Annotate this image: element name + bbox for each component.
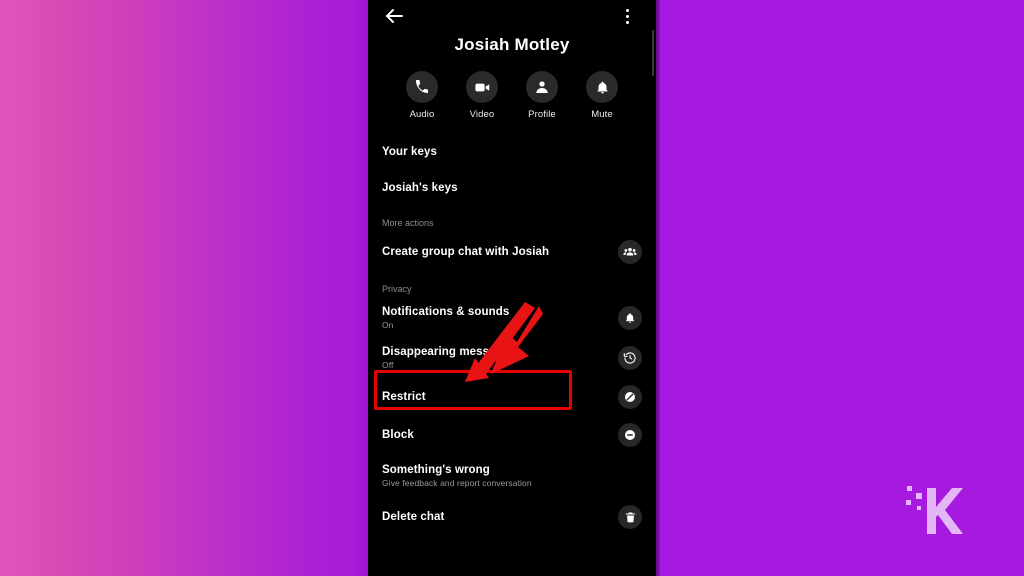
minus-circle-icon[interactable] — [618, 423, 642, 447]
quick-action-label: Video — [469, 109, 495, 120]
kebab-menu-icon[interactable] — [618, 4, 636, 28]
bell-icon[interactable] — [618, 306, 642, 330]
slash-circle-icon[interactable] — [618, 385, 642, 409]
settings-list: Your keys Josiah's keys More actions Cre… — [368, 134, 656, 536]
quick-action-mute[interactable]: Mute — [582, 71, 622, 120]
list-item-title: Delete chat — [382, 511, 445, 523]
video-camera-icon — [466, 71, 498, 103]
list-item-delete-chat[interactable]: Delete chat — [368, 498, 656, 536]
list-item-restrict[interactable]: Restrict — [368, 378, 656, 416]
person-icon — [526, 71, 558, 103]
background-panel-right — [660, 0, 1024, 576]
phone-icon — [406, 71, 438, 103]
list-item-title: Something's wrong — [382, 464, 490, 476]
trailing-slot — [618, 464, 642, 488]
quick-action-profile[interactable]: Profile — [522, 71, 562, 120]
trailing-slot — [618, 176, 642, 200]
list-item-subtitle: On — [382, 320, 394, 330]
quick-action-label: Profile — [528, 109, 556, 120]
list-item-subtitle: Give feedback and report conversation — [382, 478, 532, 488]
quick-action-label: Mute — [591, 109, 613, 120]
list-item-create-group-chat[interactable]: Create group chat with Josiah — [368, 232, 656, 272]
screenshot-stage: Josiah Motley Audio Video Profile Mute Y… — [0, 0, 1024, 576]
top-app-bar — [368, 0, 656, 32]
scrollbar-thumb[interactable] — [652, 30, 654, 76]
bell-icon — [586, 71, 618, 103]
quick-action-audio[interactable]: Audio — [402, 71, 442, 120]
people-group-icon[interactable] — [618, 240, 642, 264]
list-item-notifications-and-sounds[interactable]: Notifications & sounds On — [368, 298, 656, 338]
list-item-title: Restrict — [382, 391, 426, 403]
list-item-subtitle: Off — [382, 360, 394, 370]
list-item-title: Josiah's keys — [382, 182, 458, 194]
clock-history-icon[interactable] — [618, 346, 642, 370]
arrow-left-icon[interactable] — [382, 4, 406, 28]
watermark-logo — [906, 486, 963, 534]
list-item-title: Notifications & sounds — [382, 306, 510, 318]
trash-icon[interactable] — [618, 505, 642, 529]
phone-screen: Josiah Motley Audio Video Profile Mute Y… — [368, 0, 656, 576]
quick-actions-row: Audio Video Profile Mute — [368, 71, 656, 120]
section-header-more-actions: More actions — [382, 218, 434, 228]
section-header-privacy: Privacy — [382, 284, 412, 294]
list-item-title: Disappearing messages — [382, 346, 516, 358]
page-title: Josiah Motley — [454, 35, 570, 54]
quick-action-video[interactable]: Video — [462, 71, 502, 120]
trailing-slot — [618, 140, 642, 164]
list-item-title: Create group chat with Josiah — [382, 246, 550, 258]
list-item-your-keys[interactable]: Your keys — [368, 134, 656, 170]
list-item-disappearing-messages[interactable]: Disappearing messages Off — [368, 338, 656, 378]
background-seam-left — [356, 0, 368, 576]
list-item-josiahs-keys[interactable]: Josiah's keys — [368, 170, 656, 206]
background-gradient-left — [0, 0, 368, 576]
list-item-title: Your keys — [382, 146, 438, 158]
list-item-somethings-wrong[interactable]: Something's wrong Give feedback and repo… — [368, 454, 656, 498]
list-item-title: Block — [382, 429, 414, 441]
quick-action-label: Audio — [409, 109, 435, 120]
list-item-block[interactable]: Block — [368, 416, 656, 454]
